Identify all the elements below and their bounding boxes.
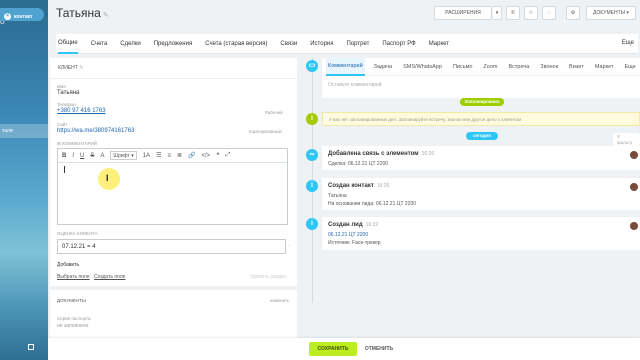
site-link[interactable]: https://wa.me/380974161763 — [57, 128, 134, 134]
tab-relations[interactable]: Связи — [280, 35, 297, 53]
close-icon[interactable]: × — [4, 13, 11, 20]
tabs-more[interactable]: Еще — [622, 40, 634, 46]
avatar — [630, 222, 638, 230]
passport-series-value: не заполнено — [57, 323, 89, 329]
tab-passport[interactable]: Паспорт РФ — [382, 35, 415, 53]
bold-icon[interactable]: B — [62, 153, 66, 159]
strikethrough-icon[interactable]: S — [90, 153, 94, 159]
contact-close-tab[interactable]: × контакт — [0, 8, 44, 21]
sidebar-settings-icon[interactable] — [28, 344, 34, 350]
bullet-list-icon[interactable]: ☰ — [156, 152, 161, 159]
filter-button[interactable]: ⚲ фильтр — [613, 133, 640, 146]
tab-meeting[interactable]: Встреча — [506, 59, 531, 75]
page-title: Татьяна ✎ — [56, 6, 109, 20]
contact-name-title[interactable]: Татьяна — [56, 6, 101, 20]
save-button[interactable]: СОХРАНИТЬ — [309, 342, 357, 356]
info-node-icon: i — [306, 180, 318, 192]
italic-icon[interactable]: I — [72, 153, 74, 159]
numbered-list-icon[interactable]: ≡ — [167, 153, 171, 159]
activity-tabs: Комментарий Задача SMS/WhatsApp Письмо Z… — [322, 57, 640, 76]
editor-toolbar: B I U S A Шрифт ▾ 1A ☰ ≡ ≣ 🔗 </> ❝ ⤢ — [58, 149, 287, 163]
create-field-link[interactable]: Создать поле — [94, 274, 125, 280]
tab-market[interactable]: Маркет — [429, 35, 449, 53]
cursor-highlight — [98, 168, 120, 190]
settings-gear-icon[interactable]: ⚙ — [566, 6, 580, 20]
tab-visit[interactable]: Визит — [567, 59, 586, 75]
crm-sidebar: G тали — [0, 0, 48, 360]
filter-icon: ⚲ — [617, 134, 621, 139]
mail-icon[interactable]: ✉ — [524, 6, 538, 20]
tab-market-activity[interactable]: Маркет — [593, 59, 616, 75]
planned-pill: Запланировано — [460, 98, 504, 106]
site-type: Корпоративный — [249, 129, 282, 134]
add-link[interactable]: Добавить — [57, 262, 79, 268]
timeline-event: Добавлена связь с элементом 16:26 Сделка:… — [322, 146, 640, 170]
comment-input[interactable]: Оставьте комментарий — [322, 76, 640, 94]
info-node-icon: i — [306, 218, 318, 230]
comment-label: ⊞ КОММЕНТАРИЙ — [57, 141, 97, 146]
activity-editor: Комментарий Задача SMS/WhatsApp Письмо Z… — [322, 57, 640, 98]
tab-history[interactable]: История — [310, 35, 333, 53]
comment-editor[interactable]: B I U S A Шрифт ▾ 1A ☰ ≡ ≣ 🔗 </> ❝ ⤢ — [57, 148, 288, 225]
comment-node-icon: ▭ — [306, 60, 318, 72]
tab-email[interactable]: Письмо — [451, 59, 474, 75]
rating-label: ОЦЕНКА КЛИЕНТА — [57, 231, 98, 236]
code-icon[interactable]: </> — [202, 153, 211, 159]
documents-button[interactable]: ДОКУМЕНТЫ ▾ — [586, 6, 636, 20]
font-select[interactable]: Шрифт ▾ — [110, 151, 137, 160]
name-value[interactable]: Татьяна — [57, 90, 79, 96]
edit-title-icon[interactable]: ✎ — [103, 12, 109, 19]
tab-task[interactable]: Задача — [372, 59, 394, 75]
tab-portrait[interactable]: Портрет — [347, 35, 370, 53]
tab-sms[interactable]: SMS/WhatsApp — [401, 59, 444, 75]
phone-icon[interactable]: ✆ — [506, 6, 520, 20]
today-pill: сегодня — [466, 132, 498, 140]
tab-invoices[interactable]: Счета — [91, 35, 108, 53]
tab-quotes[interactable]: Предложения — [154, 35, 192, 53]
client-card-header: КЛИЕНТ ✎ — [50, 58, 297, 79]
name-label: Имя — [57, 84, 66, 89]
quote-icon[interactable]: ❝ — [216, 152, 219, 159]
choose-field-link[interactable]: Выбрать поле — [57, 274, 90, 280]
font-size-icon[interactable]: 1A — [143, 153, 150, 159]
tab-comment[interactable]: Комментарий — [326, 57, 365, 76]
sidebar-item-highlighted[interactable]: тали — [0, 124, 48, 138]
expansions-button[interactable]: РАСШИРЕНИЯ — [434, 6, 492, 20]
avatar — [630, 183, 638, 191]
passport-series-label: Серия паспорта — [57, 316, 91, 321]
tab-more-activity[interactable]: Еще — [623, 59, 638, 75]
expansions-dropdown-icon[interactable]: ▾ — [493, 6, 502, 20]
timeline-event: Создан лид 16:22 06.12.21 ЦТ 2200 Источник… — [322, 217, 640, 250]
avatar — [630, 151, 638, 159]
link-icon[interactable]: 🔗 — [188, 152, 195, 159]
text-caret — [64, 166, 65, 173]
info-node-icon: i — [306, 113, 318, 125]
contact-tabs: Общие Счета Сделки Предложения Счета (ст… — [56, 34, 638, 54]
tab-call[interactable]: Звонок — [538, 59, 560, 75]
timeline-event: Создан контакт 16:26 Татьяна На основании … — [322, 178, 640, 210]
fullscreen-icon[interactable]: ⤢ — [225, 152, 230, 159]
rating-input[interactable]: 07.12.21 = 4 — [57, 239, 286, 254]
link-node-icon: ∞ — [306, 149, 318, 161]
phone-link[interactable]: +380 97 416 1763 — [57, 108, 106, 114]
tab-deals[interactable]: Сделки — [120, 35, 140, 53]
tab-general[interactable]: Общие — [58, 34, 78, 54]
align-icon[interactable]: ≣ — [177, 152, 182, 159]
tab-zoom[interactable]: Zoom — [481, 59, 499, 75]
delete-section-link[interactable]: Удалить раздел — [250, 274, 287, 280]
documents-edit-link[interactable]: изменить — [270, 298, 290, 303]
chat-icon[interactable]: ▭ — [542, 6, 556, 20]
form-footer: СОХРАНИТЬ ОТМЕНИТЬ — [48, 338, 640, 360]
rating-settings-icon[interactable]: ◦ — [288, 243, 290, 249]
site-label: Сайт — [57, 122, 68, 127]
phone-label: Телефон — [57, 102, 76, 107]
documents-header: ДОКУМЕНТЫ — [57, 298, 86, 303]
no-plans-notice: У вас нет запланированных дел. Запланиру… — [322, 112, 640, 126]
text-color-icon[interactable]: A — [100, 153, 104, 159]
cancel-button[interactable]: ОТМЕНИТЬ — [362, 342, 396, 356]
underline-icon[interactable]: U — [80, 153, 84, 159]
text-cursor-icon: I — [106, 173, 109, 183]
tab-invoices-old[interactable]: Счета (старая версия) — [205, 35, 267, 53]
phone-type: Рабочий — [265, 110, 283, 115]
